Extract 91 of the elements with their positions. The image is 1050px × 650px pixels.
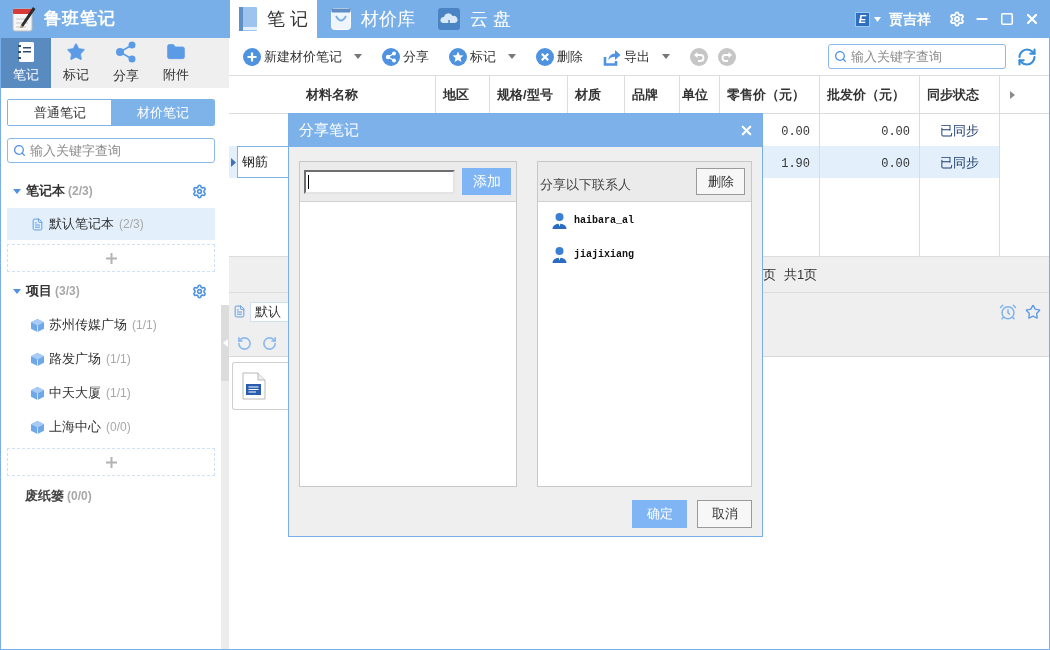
plus-icon <box>243 47 261 66</box>
contacts-title: 分享以下联系人 <box>540 175 631 194</box>
notebook-icon <box>18 41 34 62</box>
close-icon[interactable] <box>1024 11 1040 27</box>
close-button[interactable] <box>739 123 754 138</box>
header-tab[interactable]: 笔 记 <box>230 0 317 38</box>
wholesale-price: 0.00 <box>881 157 910 171</box>
sync-status: 已同步 <box>940 123 979 138</box>
user-name: 贾吉祥 <box>889 9 931 29</box>
document-icon <box>242 372 266 400</box>
sync-status: 已同步 <box>940 155 979 170</box>
undo-icon[interactable] <box>237 335 252 351</box>
person-icon <box>552 211 567 229</box>
notebook-item[interactable]: 默认笔记本 (2/3) <box>7 208 215 240</box>
project-item[interactable]: 苏州传媒广场 (1/1) <box>7 308 215 342</box>
wholesale-price: 0.00 <box>881 125 910 139</box>
section-count: (3/3) <box>55 283 80 300</box>
toolbar-button[interactable]: 新建材价笔记 <box>243 46 362 67</box>
cancel-button[interactable]: 取消 <box>697 500 752 528</box>
toolbar-button[interactable]: 分享 <box>382 46 429 67</box>
add-button[interactable] <box>7 244 215 272</box>
close-icon <box>739 123 754 138</box>
cube-icon <box>31 420 44 434</box>
column-header: 批发价（元） <box>820 76 920 113</box>
section-title: 笔记本 <box>26 182 65 201</box>
share-icon <box>115 40 137 63</box>
star-icon[interactable] <box>1025 303 1041 320</box>
text-cursor-icon <box>308 174 309 189</box>
column-header: 同步状态 <box>920 76 1000 113</box>
cube-icon <box>31 386 44 400</box>
alarm-clock-icon[interactable] <box>999 302 1017 321</box>
star-icon <box>66 41 86 62</box>
search-field[interactable]: 输入关键字查询 <box>828 44 1006 69</box>
folder-icon <box>166 41 186 62</box>
app-title: 鲁班笔记 <box>44 8 116 31</box>
share-icon <box>382 47 400 66</box>
sidebar-tab[interactable]: 标记 <box>51 38 101 88</box>
notebook-icon <box>31 217 44 231</box>
sidebar-tab[interactable]: 附件 <box>151 38 201 88</box>
cube-icon <box>31 352 44 366</box>
search-icon <box>13 144 26 157</box>
caret-icon[interactable] <box>13 288 21 294</box>
notebook-field[interactable]: 默认 <box>250 301 288 322</box>
contact-name: haibara_al <box>574 213 634 228</box>
bag-icon <box>331 8 351 30</box>
page-total: 共1页 <box>784 265 818 284</box>
project-item[interactable]: 中天大厦 (1/1) <box>7 376 215 410</box>
redo-icon[interactable] <box>262 335 277 351</box>
section-count: (2/3) <box>68 183 93 200</box>
delete-icon <box>536 47 554 66</box>
undo-icon <box>690 47 708 66</box>
plus-icon <box>105 252 117 264</box>
retail-price: 1.90 <box>781 157 810 171</box>
retail-price: 0.00 <box>781 125 810 139</box>
contact-name: jiajixiang <box>574 247 634 262</box>
name-edit-field[interactable]: 钢筋 <box>237 146 289 178</box>
project-item[interactable]: 路发广场 (1/1) <box>7 342 215 376</box>
dialog-title: 分享笔记 <box>299 120 359 141</box>
settings-icon[interactable] <box>192 183 207 199</box>
caret-icon[interactable] <box>13 188 21 194</box>
cloud-icon <box>438 8 460 30</box>
attachment-card[interactable] <box>232 362 288 410</box>
toolbar-button[interactable]: 删除 <box>536 46 583 67</box>
person-icon <box>552 245 567 263</box>
caret-icon[interactable] <box>874 16 881 22</box>
sidebar-tab[interactable]: 笔记 <box>1 38 51 88</box>
toolbar-button[interactable]: 导出 <box>603 46 670 67</box>
refresh-icon[interactable] <box>1017 46 1037 67</box>
search-field[interactable]: 输入关键字查询 <box>7 138 215 163</box>
search-icon <box>834 50 847 63</box>
export-icon <box>603 47 621 66</box>
page-label: 页 <box>763 265 776 284</box>
sidebar-tab[interactable]: 分享 <box>101 38 151 88</box>
project-item[interactable]: 上海中心 (0/0) <box>7 410 215 444</box>
trash-item[interactable]: 废纸篓 (0/0) <box>7 484 215 508</box>
notepad-pen-logo-icon <box>12 6 36 32</box>
account-button[interactable]: E <box>855 11 870 27</box>
add-button[interactable] <box>7 448 215 476</box>
caret-icon[interactable] <box>1010 90 1015 99</box>
delete-button[interactable]: 删除 <box>696 168 745 195</box>
collapse-handle[interactable] <box>221 305 229 381</box>
maximize-icon[interactable] <box>1000 12 1014 26</box>
contact-input-field[interactable] <box>304 169 455 194</box>
settings-icon[interactable] <box>192 283 207 299</box>
cube-icon <box>31 318 44 332</box>
plus-icon <box>105 456 117 468</box>
section-title: 项目 <box>26 282 52 301</box>
notebook-icon <box>233 305 246 318</box>
book-icon <box>239 7 257 31</box>
redo-icon <box>718 47 736 66</box>
toolbar-button[interactable]: 标记 <box>449 46 516 67</box>
